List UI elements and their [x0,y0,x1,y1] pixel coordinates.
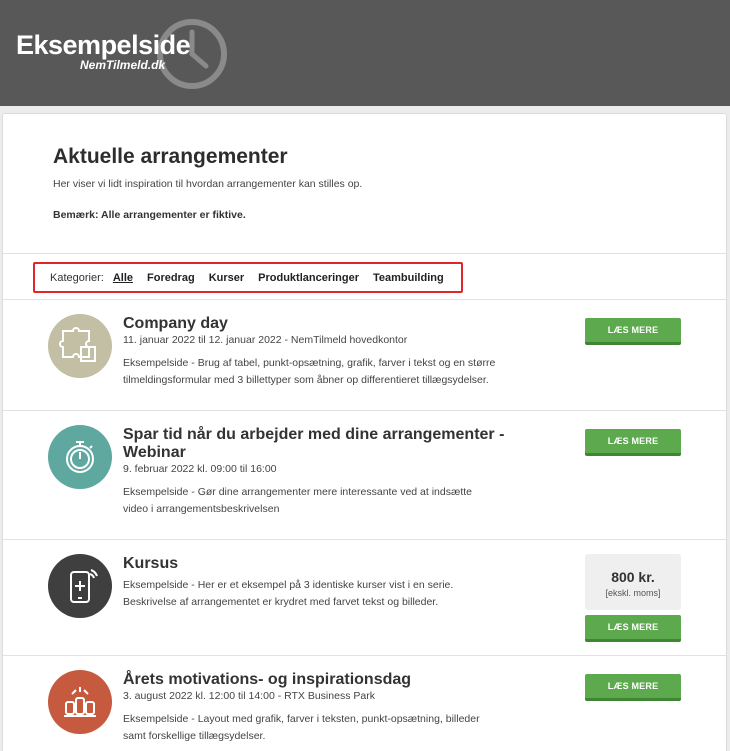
event-title[interactable]: Årets motivations- og inspirationsdag [123,671,411,689]
event-description: Eksempelside - Brug af tabel, punkt-opsæ… [123,355,533,389]
description-line: Eksempelside - Brug af tabel, punkt-opsæ… [123,357,496,369]
disclaimer-note: Bemærk: Alle arrangementer er fiktive. [53,209,246,221]
intro-text: Her viser vi lidt inspiration til hvorda… [53,178,363,190]
event-date: 9. februar 2022 kl. 09:00 til 16:00 [123,463,277,475]
divider [3,253,726,254]
event-item: Kursus Eksempelside - Her er et eksempel… [3,540,726,655]
event-title[interactable]: Company day [123,315,228,333]
event-description: Eksempelside - Layout med grafik, farver… [123,711,533,745]
event-date: 11. januar 2022 til 12. januar 2022 - Ne… [123,334,408,346]
read-more-button[interactable]: LÆS MERE [585,318,681,345]
mobile-phone-icon[interactable] [48,554,112,618]
category-link-kurser[interactable]: Kurser [209,272,244,284]
read-more-button[interactable]: LÆS MERE [585,674,681,701]
description-line: tilmeldingsformular med 3 billettyper so… [123,374,489,386]
event-title[interactable]: Spar tid når du arbejder med dine arrang… [123,426,504,462]
category-link-alle[interactable]: Alle [113,272,133,284]
read-more-button[interactable]: LÆS MERE [585,429,681,456]
event-description: Eksempelside - Gør dine arrangementer me… [123,484,533,518]
site-header: Eksempelside NemTilmeld.dk [0,0,730,106]
description-line: samt forskellige tillægsydelser. [123,730,266,742]
site-logo[interactable]: Eksempelside NemTilmeld.dk [16,14,236,94]
raised-fists-icon[interactable] [48,670,112,734]
category-link-produktlanceringer[interactable]: Produktlanceringer [258,272,359,284]
page-title: Aktuelle arrangementer [53,145,288,168]
price-value: 800 kr. [611,569,655,585]
read-more-button[interactable]: LÆS MERE [585,615,681,642]
description-line: Eksempelside - Layout med grafik, farver… [123,713,480,725]
event-item: Årets motivations- og inspirationsdag 3.… [3,656,726,751]
category-label: Kategorier: [50,271,104,284]
puzzle-icon[interactable] [48,314,112,378]
event-date: 3. august 2022 kl. 12:00 til 14:00 - RTX… [123,690,375,702]
description-line: video i arrangementsbeskrivelsen [123,503,280,515]
event-item: Company day 11. januar 2022 til 12. janu… [3,300,726,410]
category-link-teambuilding[interactable]: Teambuilding [373,272,444,284]
logo-subtitle: NemTilmeld.dk [80,58,166,72]
category-link-foredrag[interactable]: Foredrag [147,272,195,284]
price-box: 800 kr. [ekskl. moms] [585,554,681,610]
event-item: Spar tid når du arbejder med dine arrang… [3,411,726,539]
description-line: Beskrivelse af arrangementet er krydret … [123,596,439,608]
category-filter: Kategorier: Alle Foredrag Kurser Produkt… [33,262,463,293]
stopwatch-icon[interactable] [48,425,112,489]
title-line: Spar tid når du arbejder med dine arrang… [123,426,505,443]
description-line: Eksempelside - Gør dine arrangementer me… [123,486,472,498]
content-panel: Aktuelle arrangementer Her viser vi lidt… [2,113,727,751]
logo-title: Eksempelside [16,30,191,60]
title-line: Webinar [123,444,186,461]
event-title[interactable]: Kursus [123,555,178,573]
description-line: Eksempelside - Her er et eksempel på 3 i… [123,579,454,591]
event-description: Eksempelside - Her er et eksempel på 3 i… [123,577,533,611]
price-vat-note: [ekskl. moms] [605,588,661,598]
